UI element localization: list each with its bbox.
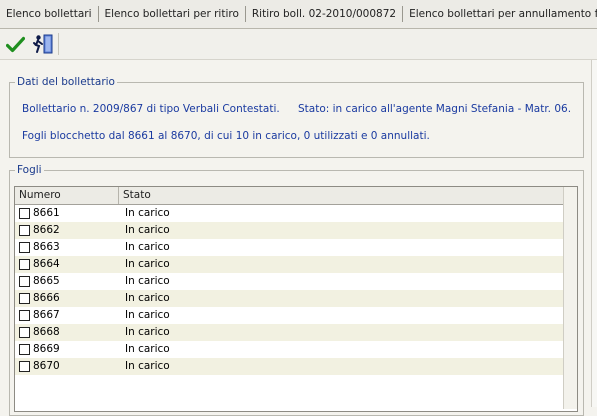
column-header-numero[interactable]: Numero [15, 187, 119, 204]
row-checkbox[interactable] [19, 259, 30, 270]
tab-elenco-bollettari-annullamento[interactable]: Elenco bollettari per annullamento fogli [403, 6, 597, 22]
tab-elenco-bollettari[interactable]: Elenco bollettari [0, 6, 99, 22]
tab-ritiro-bollettario[interactable]: Ritiro boll. 02-2010/000872 [246, 6, 404, 22]
row-numero: 8667 [33, 309, 60, 321]
confirm-button[interactable] [4, 32, 27, 56]
row-stato: In carico [125, 292, 170, 304]
exit-button[interactable] [31, 32, 54, 56]
row-checkbox[interactable] [19, 327, 30, 338]
row-checkbox[interactable] [19, 242, 30, 253]
row-stato: In carico [125, 241, 170, 253]
row-checkbox[interactable] [19, 361, 30, 372]
toolbar-separator [58, 33, 59, 55]
row-checkbox[interactable] [19, 293, 30, 304]
row-numero: 8668 [33, 326, 60, 338]
row-stato: In carico [125, 258, 170, 270]
row-numero: 8662 [33, 224, 60, 236]
window-right-edge [591, 60, 597, 407]
row-checkbox[interactable] [19, 225, 30, 236]
row-numero: 8669 [33, 343, 60, 355]
tab-elenco-bollettari-ritiro[interactable]: Elenco bollettari per ritiro [99, 6, 246, 22]
tab-bar: Elenco bollettari Elenco bollettari per … [0, 0, 597, 29]
fogli-group: Fogli Numero Stato 8661 In carico 8662 I… [9, 164, 584, 416]
table-row[interactable]: 8663 In carico [15, 239, 563, 256]
row-checkbox[interactable] [19, 344, 30, 355]
fogli-legend: Fogli [17, 164, 42, 176]
row-stato: In carico [125, 224, 170, 236]
table-row[interactable]: 8668 In carico [15, 324, 563, 341]
row-numero: 8666 [33, 292, 60, 304]
row-numero: 8663 [33, 241, 60, 253]
dati-bollettario-legend: Dati del bollettario [17, 76, 115, 88]
bollettario-stato: Stato: in carico all'agente Magni Stefan… [298, 103, 572, 115]
bollettario-info: Bollettario n. 2009/867 di tipo Verbali … [22, 103, 280, 115]
row-stato: In carico [125, 326, 170, 338]
table-row[interactable]: 8669 In carico [15, 341, 563, 358]
toolbar [0, 29, 597, 60]
table-row[interactable]: 8662 In carico [15, 222, 563, 239]
row-checkbox[interactable] [19, 208, 30, 219]
exit-person-door-icon [32, 34, 52, 54]
dati-bollettario-group: Dati del bollettario Bollettario n. 2009… [9, 76, 584, 158]
row-numero: 8670 [33, 360, 60, 372]
column-header-stato[interactable]: Stato [119, 187, 577, 204]
row-numero: 8661 [33, 207, 60, 219]
grid-header: Numero Stato [15, 187, 577, 205]
table-row[interactable]: 8664 In carico [15, 256, 563, 273]
table-row[interactable]: 8665 In carico [15, 273, 563, 290]
row-checkbox[interactable] [19, 276, 30, 287]
row-stato: In carico [125, 343, 170, 355]
table-row[interactable]: 8670 In carico [15, 358, 563, 375]
row-numero: 8664 [33, 258, 60, 270]
fogli-summary: Fogli blocchetto dal 8661 al 8670, di cu… [22, 130, 430, 142]
row-stato: In carico [125, 309, 170, 321]
row-stato: In carico [125, 275, 170, 287]
row-checkbox[interactable] [19, 310, 30, 321]
table-row[interactable]: 8661 In carico [15, 205, 563, 222]
row-numero: 8665 [33, 275, 60, 287]
table-row[interactable]: 8667 In carico [15, 307, 563, 324]
fogli-grid: Numero Stato 8661 In carico 8662 In cari… [14, 186, 578, 412]
grid-vertical-scrollbar[interactable] [563, 187, 577, 409]
table-row[interactable]: 8666 In carico [15, 290, 563, 307]
row-stato: In carico [125, 207, 170, 219]
green-checkmark-icon [6, 36, 25, 52]
row-stato: In carico [125, 360, 170, 372]
